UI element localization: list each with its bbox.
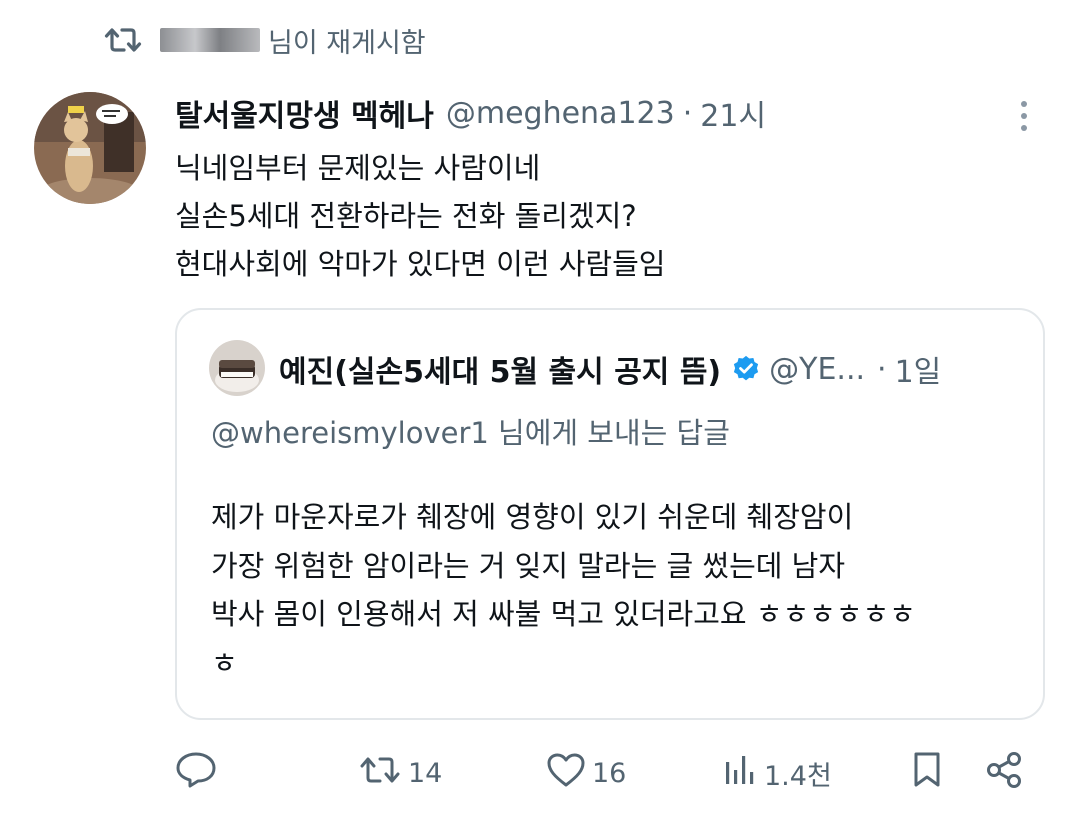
- quote-header: 예진(실손5세대 5월 출시 공지 뜸) @YE... · 1일: [279, 342, 941, 396]
- retweet-button[interactable]: 14: [358, 745, 442, 801]
- avatar-cat-image: [34, 92, 146, 204]
- tweet-text-line: 현대사회에 악마가 있다면 이런 사람들임: [175, 247, 666, 281]
- display-name[interactable]: 탈서울지망생 멕헤나: [175, 91, 434, 135]
- quote-text-line: 가장 위험한 암이라는 거 잊지 말라는 글 썼는데 남자: [211, 548, 846, 583]
- tweet-header: 탈서울지망생 멕헤나 @meghena123 · 21시: [175, 88, 766, 138]
- tweet-text-line: 실손5세대 전환하라는 전화 돌리겠지?: [175, 199, 637, 233]
- quote-text-line: 박사 몸이 인용해서 저 싸불 먹고 있더라고요 ㅎㅎㅎㅎㅎㅎ: [211, 597, 916, 631]
- quote-handle[interactable]: @YE...: [769, 352, 865, 387]
- more-icon[interactable]: [1010, 96, 1038, 136]
- bookmark-icon: [909, 750, 945, 797]
- verified-badge-icon: [731, 354, 761, 384]
- repost-indicator[interactable]: 님이 재게시함: [104, 20, 426, 60]
- quote-timestamp[interactable]: 1일: [895, 347, 942, 391]
- user-handle[interactable]: @meghena123: [446, 96, 675, 131]
- repost-icon: [104, 25, 142, 55]
- reply-icon: [174, 750, 218, 797]
- retweet-count: 14: [408, 757, 443, 789]
- action-bar: 14 16 1.4천: [174, 745, 1034, 801]
- share-button[interactable]: [984, 745, 1024, 801]
- like-count: 16: [592, 757, 627, 789]
- avatar[interactable]: [34, 92, 146, 204]
- heart-icon: [546, 752, 586, 795]
- quote-text-line: ㅎ: [211, 645, 238, 680]
- quote-separator-dot: ·: [877, 351, 887, 387]
- redacted-username: [160, 28, 260, 52]
- reply-button[interactable]: [174, 745, 218, 801]
- quote-display-name[interactable]: 예진(실손5세대 5월 출시 공지 뜸): [279, 347, 721, 391]
- repost-label: 님이 재게시함: [268, 27, 426, 59]
- quote-text: 제가 마운자로가 췌장에 영향이 있기 쉬운데 췌장암이 가장 위험한 암이라는…: [211, 493, 1021, 687]
- bookmark-button[interactable]: [909, 745, 945, 801]
- quote-avatar[interactable]: [209, 340, 265, 396]
- replying-to[interactable]: @whereismylover1 님에게 보내는 답글: [211, 410, 730, 452]
- quote-text-line: 제가 마운자로가 췌장에 영향이 있기 쉬운데 췌장암이: [211, 500, 854, 534]
- retweet-icon: [358, 752, 402, 795]
- tweet-text: 닉네임부터 문제있는 사람이네 실손5세대 전환하라는 전화 돌리겠지? 현대사…: [175, 144, 1015, 288]
- quote-tweet-card[interactable]: 예진(실손5세대 5월 출시 공지 뜸) @YE... · 1일 @wherei…: [175, 308, 1045, 720]
- tweet-page: 님이 재게시함 탈서울지망생 멕헤나 @meghena123 · 21시 닉네임…: [0, 0, 1080, 821]
- views-icon: [722, 752, 758, 795]
- views-button[interactable]: 1.4천: [722, 745, 832, 801]
- tweet-text-line: 닉네임부터 문제있는 사람이네: [175, 151, 541, 185]
- separator-dot: ·: [682, 95, 693, 131]
- share-icon: [984, 750, 1024, 797]
- views-count: 1.4천: [764, 760, 832, 792]
- quote-avatar-image: [209, 340, 265, 396]
- like-button[interactable]: 16: [546, 745, 626, 801]
- timestamp[interactable]: 21시: [700, 91, 766, 135]
